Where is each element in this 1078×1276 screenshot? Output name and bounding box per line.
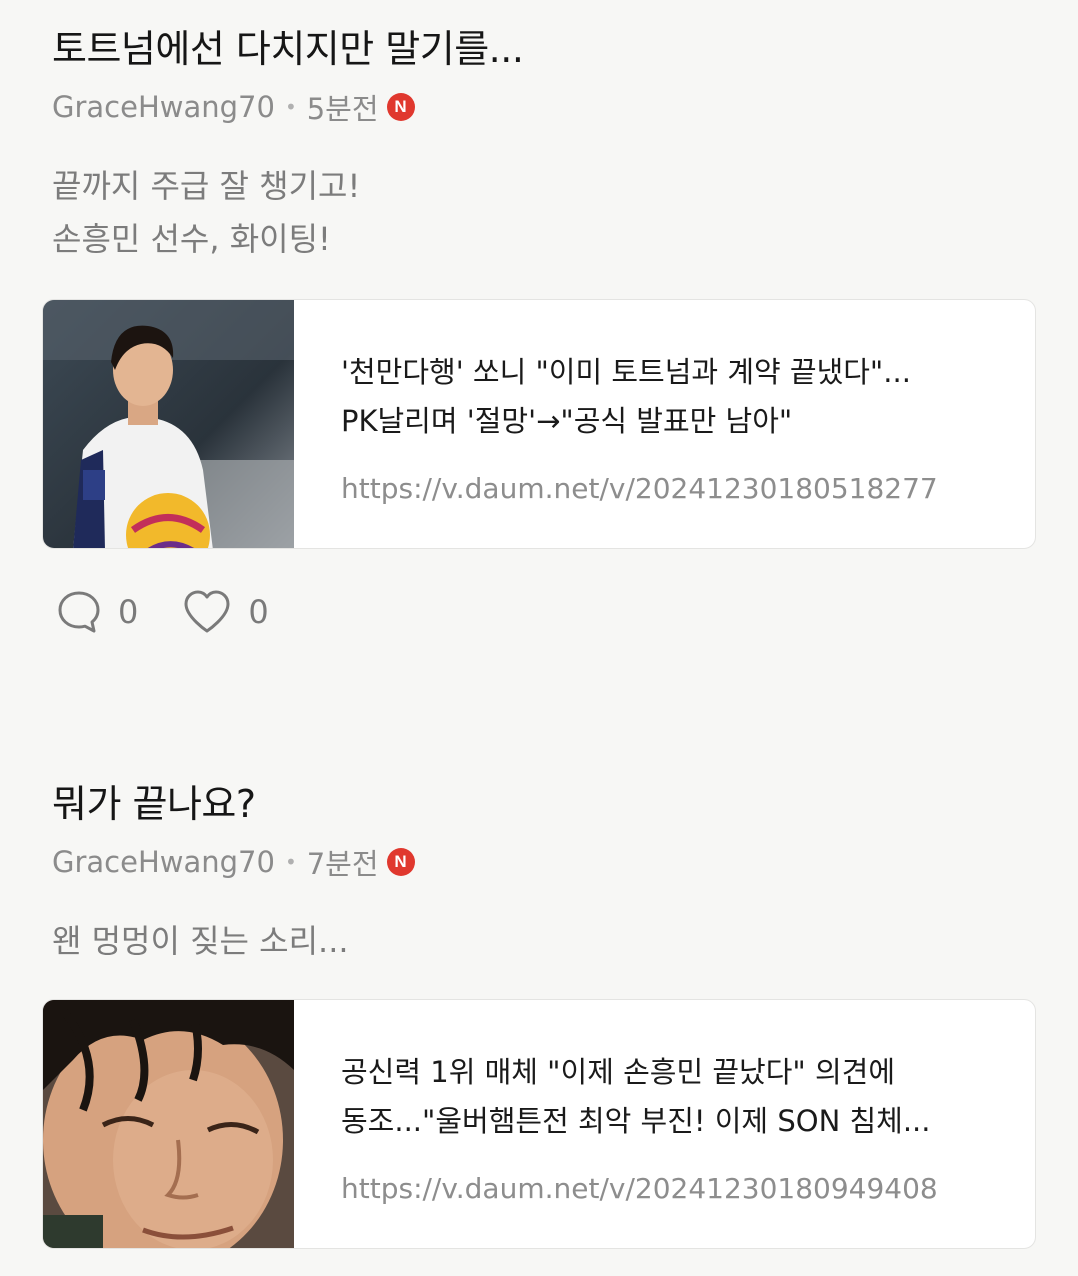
link-title-line: 공신력 1위 매체 "이제 손흥민 끝났다" 의견에 xyxy=(341,1055,895,1089)
post-time: 5분전 xyxy=(306,92,379,126)
post-title[interactable]: 뭐가 끝나요? xyxy=(52,773,256,828)
comment-icon xyxy=(58,591,100,633)
link-preview-card[interactable]: '천만다행' 쏘니 "이미 토트넘과 계약 끝냈다"... PK날리며 '절망'… xyxy=(42,299,1036,549)
comment-button[interactable]: 0 xyxy=(56,589,138,635)
heart-icon xyxy=(184,590,230,633)
link-thumbnail-image xyxy=(43,300,294,548)
link-url[interactable]: https://v.daum.net/v/20241230180518277 xyxy=(341,472,938,505)
link-title[interactable]: 공신력 1위 매체 "이제 손흥민 끝났다" 의견에 동조..."울버햄튼전 최… xyxy=(341,1048,1001,1146)
link-url[interactable]: https://v.daum.net/v/20241230180949408 xyxy=(341,1172,938,1205)
link-preview-card[interactable]: 공신력 1위 매체 "이제 손흥민 끝났다" 의견에 동조..."울버햄튼전 최… xyxy=(42,999,1036,1249)
separator-dot: • xyxy=(284,95,297,119)
new-badge-icon: N xyxy=(386,848,415,876)
author-name[interactable]: GraceHwang70 xyxy=(52,845,275,879)
body-line: 끝까지 주급 잘 챙기고! xyxy=(52,167,361,205)
post-actions: 0 0 xyxy=(56,589,313,635)
link-title[interactable]: '천만다행' 쏘니 "이미 토트넘과 계약 끝냈다"... PK날리며 '절망'… xyxy=(341,348,1001,446)
post-time: 7분전 xyxy=(306,847,379,881)
link-thumbnail-image xyxy=(43,1000,294,1248)
body-line: 왠 멍멍이 짖는 소리... xyxy=(52,922,349,960)
link-title-line: '천만다행' 쏘니 "이미 토트넘과 계약 끝냈다"... xyxy=(341,355,911,389)
like-count: 0 xyxy=(248,593,269,631)
link-title-line: 동조..."울버햄튼전 최악 부진! 이제 SON 침체... xyxy=(341,1104,931,1138)
post-meta: GraceHwang70 • 7분전 N xyxy=(52,841,415,883)
body-line: 손흥민 선수, 화이팅! xyxy=(52,220,331,258)
post-title[interactable]: 토트넘에선 다치지만 말기를... xyxy=(52,18,524,73)
like-button[interactable]: 0 xyxy=(182,589,269,635)
comment-count: 0 xyxy=(118,593,139,631)
new-badge-icon: N xyxy=(386,93,415,121)
link-title-line: PK날리며 '절망'→"공식 발표만 남아" xyxy=(341,404,793,438)
post-body: 왠 멍멍이 짖는 소리... xyxy=(52,915,349,968)
post-meta: GraceHwang70 • 5분전 N xyxy=(52,86,415,128)
separator-dot: • xyxy=(284,850,297,874)
author-name[interactable]: GraceHwang70 xyxy=(52,90,275,124)
post-body: 끝까지 주급 잘 챙기고! 손흥민 선수, 화이팅! xyxy=(52,160,360,266)
